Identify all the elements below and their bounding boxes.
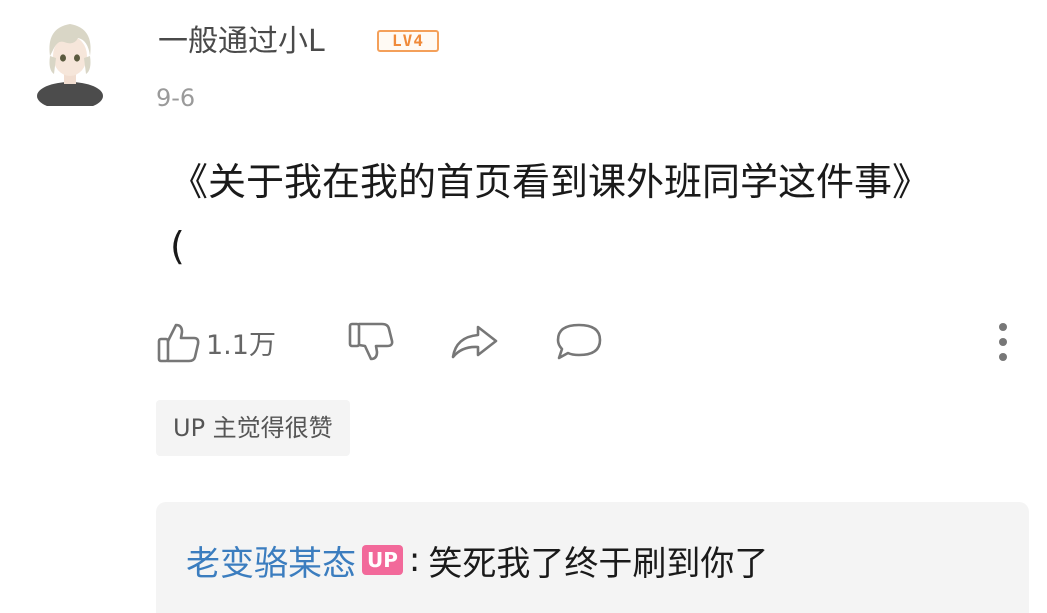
- share-arrow-icon: [448, 319, 500, 365]
- up-liked-tag: UP 主觉得很赞: [156, 400, 350, 456]
- avatar[interactable]: [34, 18, 106, 110]
- reply-button[interactable]: [554, 318, 604, 366]
- thumbs-down-icon: [346, 319, 396, 365]
- avatar-image: [37, 24, 103, 110]
- like-count: 1.1万: [206, 329, 276, 361]
- reply-text: 笑死我了终于刷到你了: [428, 543, 769, 584]
- comment-page: 一般通过小L LV4 9-6 《关于我在我的首页看到课外班同学这件事》 ( 1.…: [0, 0, 1047, 613]
- reply-author[interactable]: 老变骆某态: [186, 536, 356, 585]
- thumbs-up-icon: [156, 319, 202, 365]
- vertical-dots-icon: [996, 318, 1010, 366]
- share-button[interactable]: [448, 318, 500, 366]
- speech-bubble-icon: [554, 319, 604, 365]
- comment-date: 9-6: [156, 84, 196, 112]
- reply-colon: :: [408, 540, 421, 580]
- reply-preview[interactable]: 老变骆某态 UP : 笑死我了终于刷到你了: [156, 502, 1029, 613]
- like-button[interactable]: 1.1万: [156, 318, 276, 366]
- more-options-button[interactable]: [996, 318, 1010, 366]
- dislike-button[interactable]: [346, 318, 396, 366]
- comment-text: 《关于我在我的首页看到课外班同学这件事》 (: [170, 160, 931, 268]
- level-badge: LV4: [377, 30, 439, 52]
- username[interactable]: 一般通过小L: [158, 22, 325, 62]
- up-badge: UP: [362, 545, 403, 575]
- reply-item: 老变骆某态 UP : 笑死我了终于刷到你了: [186, 532, 768, 588]
